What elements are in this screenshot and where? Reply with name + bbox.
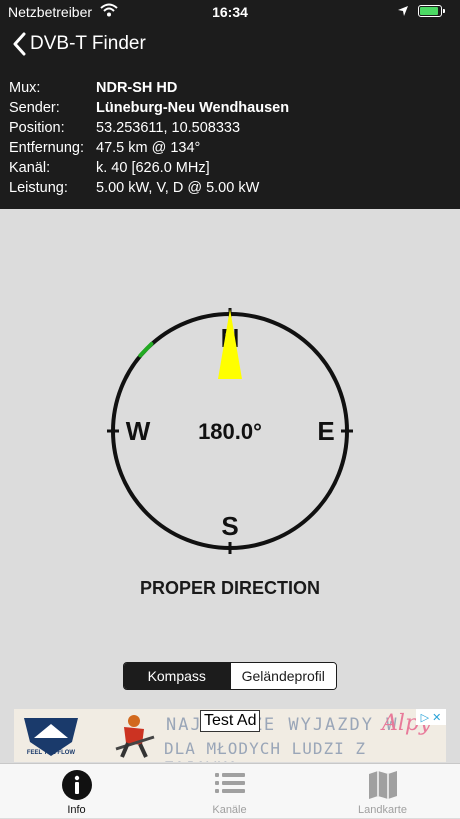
direction-status: PROPER DIRECTION: [139, 578, 321, 598]
tab-landkarte[interactable]: Landkarte: [306, 764, 459, 819]
ad-subline: DLA MŁODYCH LUDZI Z ZAJAWKĄ: [164, 739, 367, 762]
segment-gelaendeprofil[interactable]: Geländeprofil: [229, 663, 336, 689]
tab-label: Info: [67, 804, 86, 816]
location-arrow-icon: [397, 4, 409, 20]
battery-level: [420, 7, 438, 15]
compass-west-label: W: [126, 416, 151, 446]
info-label: Entfernung:: [9, 140, 84, 156]
view-mode-segmented-control[interactable]: Kompass Geländeprofil: [123, 662, 337, 690]
info-value: Lüneburg-Neu Wendhausen: [96, 100, 290, 116]
chevron-left-icon: [13, 32, 26, 56]
info-row-channel: Kanäl: k. 40 [626.0 MHz]: [0, 160, 460, 180]
ad-banner[interactable]: FEEL THE FLOW NAJLEPSZE WYJAZDY W DLA MŁ…: [14, 709, 446, 762]
info-label: Kanäl:: [9, 160, 51, 176]
info-label: Sender:: [9, 100, 60, 116]
target-direction-marker: [138, 341, 154, 358]
tab-bar: Info Kanäle Landkarte: [0, 763, 460, 818]
back-button-label: DVB-T Finder: [30, 33, 146, 54]
back-button[interactable]: DVB-T Finder: [12, 32, 146, 56]
test-ad-badge: Test Ad: [200, 710, 261, 732]
tab-info[interactable]: Info: [0, 764, 153, 819]
heading-readout: 180.0°: [198, 419, 262, 444]
info-row-position: Position: 53.253611, 10.508333: [0, 120, 460, 140]
compass-east-label: E: [317, 416, 334, 446]
navigation-bar: DVB-T Finder: [0, 24, 460, 70]
transmitter-info-panel: Mux: NDR-SH HD Sender: Lüneburg-Neu Wend…: [0, 70, 460, 209]
info-label: Leistung:: [9, 180, 68, 196]
close-icon[interactable]: ✕: [432, 711, 441, 724]
status-bar: Netzbetreiber 16:34: [0, 0, 460, 24]
ad-choices-icon[interactable]: ▷: [421, 711, 429, 724]
info-label: Position:: [9, 120, 65, 136]
ad-choices-close[interactable]: ▷ ✕: [416, 709, 446, 725]
info-value: 47.5 km @ 134°: [96, 140, 201, 156]
info-icon: [61, 770, 92, 800]
map-icon: [368, 771, 397, 799]
info-value: NDR-SH HD: [96, 80, 178, 96]
tab-label: Landkarte: [358, 804, 407, 816]
info-row-distance: Entfernung: 47.5 km @ 134°: [0, 140, 460, 160]
segment-kompass[interactable]: Kompass: [124, 663, 230, 689]
battery-icon: [418, 5, 445, 17]
compass-south-label: S: [221, 511, 238, 541]
ad-logo-text: FEEL THE FLOW: [26, 750, 76, 756]
clock: 16:34: [212, 4, 248, 20]
info-value: k. 40 [626.0 MHz]: [96, 160, 210, 176]
skier-image: [115, 715, 155, 758]
info-label: Mux:: [9, 80, 41, 96]
info-row-mux: Mux: NDR-SH HD: [0, 80, 460, 100]
list-icon: [214, 773, 245, 793]
info-value: 53.253611, 10.508333: [96, 120, 241, 136]
info-row-sender: Sender: Lüneburg-Neu Wendhausen: [0, 100, 460, 120]
tab-label: Kanäle: [212, 804, 247, 816]
info-row-power: Leistung: 5.00 kW, V, D @ 5.00 kW: [0, 180, 460, 200]
info-value: 5.00 kW, V, D @ 5.00 kW: [96, 180, 260, 196]
tab-kanaele[interactable]: Kanäle: [153, 764, 306, 819]
